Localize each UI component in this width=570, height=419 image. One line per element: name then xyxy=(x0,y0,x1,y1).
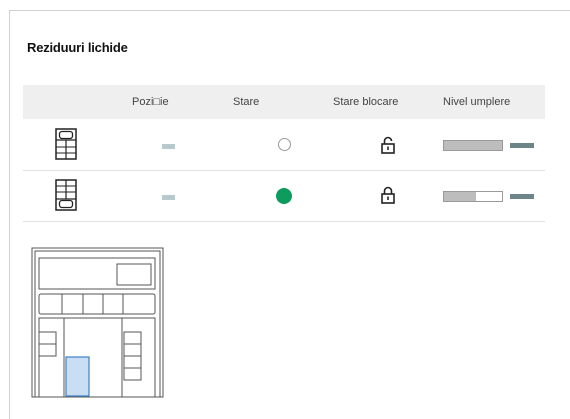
fill-level-fill xyxy=(444,141,502,150)
locked-lock-icon xyxy=(381,186,395,209)
fill-level-bar xyxy=(443,191,503,202)
fill-level-bar xyxy=(443,140,503,151)
fill-level-fill xyxy=(444,192,476,201)
column-header-lock-state: Stare blocare xyxy=(333,96,399,108)
fill-level-indicator xyxy=(510,194,534,199)
fill-level-indicator xyxy=(510,143,534,148)
container-top-icon xyxy=(55,128,77,165)
column-header-fill-level: Nivel umplere xyxy=(443,96,511,108)
state-active-icon xyxy=(276,188,292,204)
panel-title: Reziduuri lichide xyxy=(27,40,128,55)
unlocked-lock-icon xyxy=(381,136,395,159)
diagram-highlighted-container xyxy=(65,356,90,397)
table-row[interactable] xyxy=(23,171,545,222)
column-header-state: Stare xyxy=(233,96,260,108)
state-empty-icon xyxy=(278,138,291,151)
analyzer-layout-diagram xyxy=(31,247,165,404)
table-row[interactable] xyxy=(23,120,545,171)
position-indicator xyxy=(162,195,175,200)
position-indicator xyxy=(162,144,175,149)
column-header-position: Pozi□ie xyxy=(132,96,169,108)
container-bottom-icon xyxy=(55,179,77,216)
table-header: Pozi□ie Stare Stare blocare Nivel umpler… xyxy=(23,85,545,119)
